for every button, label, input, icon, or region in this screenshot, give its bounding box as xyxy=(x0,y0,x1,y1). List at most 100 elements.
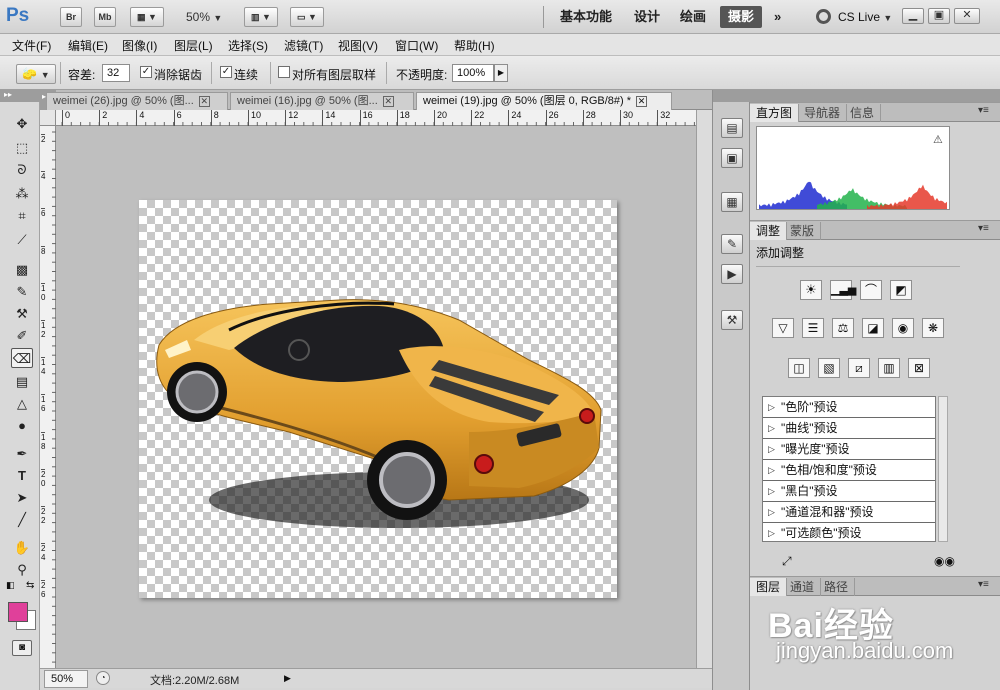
antialias-checkbox[interactable]: ✓ xyxy=(140,66,152,78)
arrange-documents-button[interactable]: ▥ ▼ xyxy=(244,7,278,27)
tab-paths[interactable]: 路径 xyxy=(818,578,856,596)
menu-select[interactable]: 选择(S) xyxy=(228,37,268,54)
list-item[interactable]: ▷ "色阶"预设 xyxy=(763,397,935,418)
magic-eraser-tool-icon[interactable]: ⌫ xyxy=(11,348,33,368)
channel-mixer-icon[interactable]: ❋ xyxy=(922,318,944,338)
close-tab-icon[interactable]: ✕ xyxy=(382,95,394,107)
document-tab-active[interactable]: weimei (19).jpg @ 50% (图层 0, RGB/8#) * ✕ xyxy=(416,92,672,110)
workspace-painting[interactable]: 绘画 xyxy=(672,6,714,28)
quick-selection-tool-icon[interactable]: ⁂ xyxy=(11,184,33,204)
cs-live-menu[interactable]: CS Live ▼ xyxy=(838,10,892,24)
dodge-tool-icon[interactable]: ● xyxy=(11,416,33,436)
minimize-button[interactable]: ▁ xyxy=(902,8,924,24)
clone-source-panel-icon[interactable]: ⚒ xyxy=(721,310,743,330)
status-zoom-input[interactable]: 50% xyxy=(44,670,88,688)
document-tab[interactable]: weimei (16).jpg @ 50% (图... ✕ xyxy=(230,92,414,110)
black-white-icon[interactable]: ◪ xyxy=(862,318,884,338)
zoom-level-dropdown[interactable]: 50% ▼ xyxy=(186,10,222,24)
foreground-color-swatch[interactable] xyxy=(8,602,28,622)
list-item[interactable]: ▷ "黑白"预设 xyxy=(763,481,935,502)
line-tool-icon[interactable]: ╱ xyxy=(11,510,33,530)
panel-menu-icon[interactable]: ▾≡ xyxy=(978,105,989,116)
brightness-contrast-icon[interactable]: ☀ xyxy=(800,280,822,300)
menu-view[interactable]: 视图(V) xyxy=(338,37,378,54)
menu-edit[interactable]: 编辑(E) xyxy=(68,37,108,54)
tools-panel-header[interactable]: ▸▸ xyxy=(0,90,40,102)
close-tab-icon[interactable]: ✕ xyxy=(198,95,210,107)
list-item[interactable]: ▷ "通道混和器"预设 xyxy=(763,502,935,523)
hue-saturation-icon[interactable]: ☰ xyxy=(802,318,824,338)
opacity-slider-button[interactable]: ▶ xyxy=(494,64,508,82)
gradient-tool-icon[interactable]: ▤ xyxy=(11,372,33,392)
zoom-tool-icon[interactable]: ⚲ xyxy=(11,560,33,580)
menu-layer[interactable]: 图层(L) xyxy=(174,37,213,54)
actions-panel-icon[interactable]: ▣ xyxy=(721,148,743,168)
bridge-button[interactable]: Br xyxy=(60,7,82,27)
clone-stamp-tool-icon[interactable]: ⚒ xyxy=(11,304,33,324)
workspace-design[interactable]: 设计 xyxy=(626,6,668,28)
photo-filter-icon[interactable]: ◉ xyxy=(892,318,914,338)
more-workspaces-button[interactable]: » xyxy=(766,6,789,28)
view-extras-button[interactable]: ▦ ▼ xyxy=(130,7,164,27)
document-canvas[interactable] xyxy=(139,200,617,598)
screen-mode-button[interactable]: ▭ ▼ xyxy=(290,7,324,27)
tab-info[interactable]: 信息 xyxy=(844,104,882,122)
eyedropper-tool-icon[interactable]: ⟋ xyxy=(11,230,33,250)
document-tab[interactable]: weimei (26).jpg @ 50% (图... ✕ xyxy=(46,92,228,110)
history-brush-tool-icon[interactable]: ✐ xyxy=(11,326,33,346)
tool-preset-picker[interactable]: 🧽 ▼ xyxy=(16,64,56,84)
warning-icon[interactable]: ⚠ xyxy=(933,133,943,146)
color-balance-icon[interactable]: ⚖ xyxy=(832,318,854,338)
type-tool-icon[interactable]: T xyxy=(11,466,33,486)
workspace-essentials[interactable]: 基本功能 xyxy=(552,6,620,28)
default-colors-icon[interactable]: ◧ xyxy=(6,580,15,591)
panel-menu-icon[interactable]: ▾≡ xyxy=(978,579,989,590)
dock-header[interactable] xyxy=(713,90,751,102)
path-selection-tool-icon[interactable]: ➤ xyxy=(11,488,33,508)
menu-image[interactable]: 图像(I) xyxy=(122,37,157,54)
opacity-input[interactable]: 100% xyxy=(452,64,494,82)
list-item[interactable]: ▷ "可选颜色"预设 xyxy=(763,523,935,544)
tab-masks[interactable]: 蒙版 xyxy=(784,222,822,240)
vibrance-icon[interactable]: ▽ xyxy=(772,318,794,338)
menu-window[interactable]: 窗口(W) xyxy=(395,37,438,54)
close-button[interactable]: ✕ xyxy=(954,8,980,24)
hand-tool-icon[interactable]: ✋ xyxy=(11,538,33,558)
gradient-map-icon[interactable]: ▥ xyxy=(878,358,900,378)
posterize-icon[interactable]: ▧ xyxy=(818,358,840,378)
panels-header[interactable] xyxy=(750,90,1000,102)
menu-help[interactable]: 帮助(H) xyxy=(454,37,495,54)
tab-adjustments[interactable]: 调整 xyxy=(750,222,788,240)
menu-file[interactable]: 文件(F) xyxy=(12,37,51,54)
move-tool-icon[interactable]: ✥ xyxy=(11,114,33,134)
swap-colors-icon[interactable]: ⇆ xyxy=(26,580,34,591)
tab-histogram[interactable]: 直方图 xyxy=(750,104,800,122)
brush-panel-icon[interactable]: ✎ xyxy=(721,234,743,254)
tab-layers[interactable]: 图层 xyxy=(750,578,788,596)
tolerance-input[interactable]: 32 xyxy=(102,64,130,82)
status-menu-arrow[interactable]: ▶ xyxy=(284,671,294,685)
ruler-origin[interactable] xyxy=(40,110,56,126)
horizontal-ruler[interactable]: 0 2 4 6 8 10 12 14 16 18 20 22 24 26 28 30 32 xyxy=(56,110,696,126)
presets-scrollbar[interactable] xyxy=(938,396,948,542)
swatches-panel-icon[interactable]: ▦ xyxy=(721,192,743,212)
mini-bridge-button[interactable]: Mb xyxy=(94,7,116,27)
threshold-icon[interactable]: ⧄ xyxy=(848,358,870,378)
lasso-tool-icon[interactable]: ᘐ xyxy=(11,160,33,180)
tab-navigator[interactable]: 导航器 xyxy=(798,104,848,122)
close-tab-icon[interactable]: ✕ xyxy=(636,95,648,107)
panel-menu-icon[interactable]: ▾≡ xyxy=(978,223,989,234)
vertical-scrollbar[interactable] xyxy=(696,110,712,668)
invert-icon[interactable]: ◫ xyxy=(788,358,810,378)
spot-healing-tool-icon[interactable]: ▩ xyxy=(11,260,33,280)
crop-tool-icon[interactable]: ⌗ xyxy=(11,206,33,226)
list-item[interactable]: ▷ "色相/饱和度"预设 xyxy=(763,460,935,481)
blur-tool-icon[interactable]: △ xyxy=(11,394,33,414)
quick-mask-button[interactable]: ◙ xyxy=(12,640,32,656)
contiguous-checkbox[interactable]: ✓ xyxy=(220,66,232,78)
clip-to-layer-icon[interactable]: ◉◉ xyxy=(934,554,955,568)
menu-filter[interactable]: 滤镜(T) xyxy=(284,37,323,54)
return-to-list-icon[interactable]: ⤢ xyxy=(782,554,792,569)
marquee-tool-icon[interactable]: ⬚ xyxy=(11,138,33,158)
vertical-ruler[interactable]: 2 4 6 8 1 0 1 2 1 4 1 6 1 8 2 0 2 2 2 4 2 6 xyxy=(40,126,56,668)
